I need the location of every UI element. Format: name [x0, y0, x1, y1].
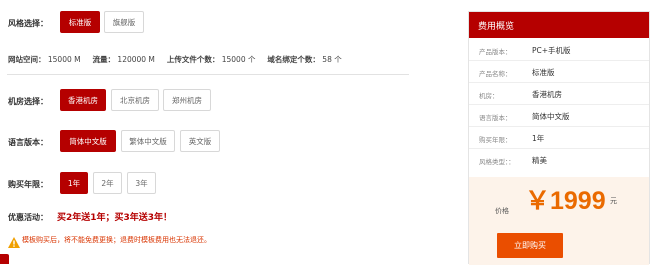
- summary-panel: 费用概览 产品版本： PC+手机版 产品名称： 标准版 机房： 香港机房 语言版…: [468, 11, 650, 265]
- summary-value: 标准版: [532, 68, 555, 77]
- summary-value: 香港机房: [532, 90, 562, 99]
- domains-label: 域名绑定个数：: [267, 55, 320, 64]
- year-option-2[interactable]: 2年: [93, 172, 122, 194]
- traffic-label: 流量：: [92, 55, 116, 64]
- buy-now-button[interactable]: 立即购买: [497, 233, 563, 258]
- space-value: 15000 M: [47, 55, 81, 64]
- price-label: 价格: [495, 207, 509, 215]
- warning-icon: [8, 233, 20, 252]
- year-option-3[interactable]: 3年: [127, 172, 156, 194]
- price-box: 价格 ￥1999 元 立即购买: [469, 177, 649, 265]
- files-label: 上传文件个数：: [166, 55, 220, 64]
- price-unit: 元: [610, 197, 617, 205]
- style-label: 风格选择：: [8, 19, 48, 28]
- lang-option-english[interactable]: 英文版: [180, 130, 220, 152]
- traffic-value: 120000 M: [117, 55, 155, 64]
- room-option-beijing[interactable]: 北京机房: [111, 89, 159, 111]
- year-label: 购买年限：: [8, 180, 48, 189]
- lang-option-simplified[interactable]: 简体中文版: [60, 130, 116, 152]
- summary-value: PC+手机版: [532, 46, 571, 55]
- room-option-hongkong[interactable]: 香港机房: [60, 89, 106, 111]
- files-value: 15000 个: [221, 55, 256, 64]
- style-option-flagship[interactable]: 旗舰版: [104, 11, 144, 33]
- summary-key: 购买年限：: [479, 136, 512, 144]
- year-option-1[interactable]: 1年: [60, 172, 88, 194]
- summary-row: 风格类型：： 精美: [469, 149, 649, 171]
- summary-key: 产品版本：: [479, 48, 512, 56]
- summary-row: 语言版本： 简体中文版: [469, 105, 649, 127]
- summary-value: 简体中文版: [532, 112, 570, 121]
- summary-row: 产品版本： PC+手机版: [469, 39, 649, 61]
- promo-text: 买2年送1年；买3年送3年！: [57, 213, 173, 223]
- side-tab[interactable]: [0, 254, 9, 264]
- space-label: 网站空间：: [8, 55, 46, 64]
- price-value: ￥1999: [525, 187, 606, 215]
- style-option-standard[interactable]: 标准版: [60, 11, 100, 33]
- lang-option-traditional[interactable]: 繁体中文版: [121, 130, 175, 152]
- summary-row: 产品名称： 标准版: [469, 61, 649, 83]
- summary-row: 机房： 香港机房: [469, 83, 649, 105]
- domains-value: 58 个: [322, 55, 342, 64]
- summary-title: 费用概览: [469, 12, 649, 38]
- room-label: 机房选择：: [8, 97, 48, 106]
- summary-key: 产品名称：: [479, 70, 512, 78]
- summary-value: 1年: [532, 134, 545, 143]
- promo-label: 优惠活动：: [8, 213, 48, 222]
- room-option-zhengzhou[interactable]: 郑州机房: [163, 89, 211, 111]
- summary-key: 语言版本：: [479, 114, 512, 122]
- summary-row: 购买年限： 1年: [469, 127, 649, 149]
- lang-label: 语言版本：: [8, 138, 48, 147]
- divider: [7, 74, 409, 75]
- summary-value: 精美: [532, 156, 547, 165]
- warning-text: 模板购买后，将不能免费更换；退费时模板费用也无法退还。: [22, 236, 211, 244]
- stats-line: 网站空间： 15000 M 流量： 120000 M 上传文件个数： 15000…: [8, 54, 342, 65]
- summary-key: 风格类型：：: [479, 158, 515, 166]
- summary-key: 机房：: [479, 92, 499, 100]
